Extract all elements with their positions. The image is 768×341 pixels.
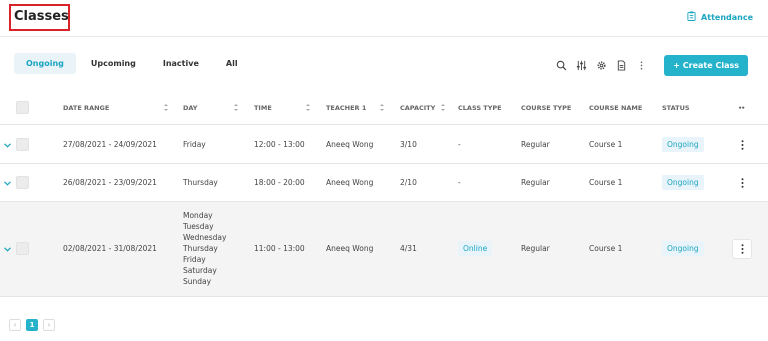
cell-day: Friday: [183, 140, 206, 149]
sort-icon[interactable]: [306, 104, 310, 111]
row-actions-button[interactable]: [732, 173, 752, 193]
column-header-day[interactable]: DAY: [183, 104, 198, 112]
status-badge: Ongoing: [662, 175, 704, 190]
cell-time: 12:00 - 13:00: [254, 140, 305, 149]
tab-inactive[interactable]: Inactive: [151, 53, 211, 74]
cell-course-name: Course 1: [589, 140, 623, 149]
day-item: Friday: [183, 255, 206, 264]
sort-icon[interactable]: [441, 104, 445, 111]
export-file-icon[interactable]: [616, 60, 627, 71]
more-vertical-icon: [741, 140, 743, 150]
cell-teacher: Aneeq Wong: [326, 140, 374, 149]
day-item: Saturday: [183, 266, 217, 275]
cell-class-type: -: [458, 140, 461, 149]
sort-icon[interactable]: [380, 104, 384, 111]
page-button-current[interactable]: 1: [26, 319, 38, 331]
more-vertical-icon: [741, 178, 743, 188]
cell-course-type: Regular: [521, 244, 550, 253]
column-header-date-range[interactable]: DATE RANGE: [63, 104, 109, 112]
sort-icon[interactable]: [164, 104, 168, 111]
pagination: ‹ 1 ›: [9, 319, 55, 331]
row-actions-button[interactable]: [732, 135, 752, 155]
day-item: Thursday: [183, 244, 218, 253]
select-all-checkbox[interactable]: [16, 101, 29, 114]
row-checkbox[interactable]: [16, 242, 29, 255]
table-header: DATE RANGE DAY TIME TEACHER 1 CAPACITY C…: [0, 92, 768, 125]
cell-capacity: 3/10: [400, 140, 417, 149]
page-header: Classes Attendance: [0, 0, 768, 37]
class-type-badge: Online: [458, 241, 493, 256]
cell-class-type: -: [458, 178, 461, 187]
cell-day: Monday Tuesday Wednesday Thursday Friday…: [183, 210, 226, 287]
expand-chevron-icon[interactable]: [4, 181, 11, 186]
day-item: Wednesday: [183, 233, 227, 242]
table-row[interactable]: 26/08/2021 - 23/09/2021 Thursday 18:00 -…: [0, 164, 768, 202]
attendance-link[interactable]: Attendance: [687, 11, 753, 23]
gear-icon[interactable]: [596, 60, 607, 71]
row-actions-button[interactable]: [732, 239, 752, 259]
tab-ongoing[interactable]: Ongoing: [14, 53, 76, 74]
tab-upcoming[interactable]: Upcoming: [79, 53, 148, 74]
column-header-teacher[interactable]: TEACHER 1: [326, 104, 366, 112]
table-toolbar: + Create Class: [556, 55, 748, 76]
day-item: Sunday: [183, 277, 212, 286]
cell-capacity: 2/10: [400, 178, 417, 187]
cell-teacher: Aneeq Wong: [326, 178, 374, 187]
clipboard-icon: [687, 11, 696, 23]
status-badge: Ongoing: [662, 241, 704, 256]
search-icon[interactable]: [556, 60, 567, 71]
filter-sliders-icon[interactable]: [576, 60, 587, 71]
cell-time: 11:00 - 13:00: [254, 244, 305, 253]
column-header-capacity[interactable]: CAPACITY: [400, 104, 435, 112]
cell-date-range: 27/08/2021 - 24/09/2021: [63, 140, 157, 149]
cell-course-type: Regular: [521, 178, 550, 187]
cell-day: Thursday: [183, 178, 218, 187]
expand-chevron-icon[interactable]: [4, 247, 11, 252]
tab-all[interactable]: All: [214, 53, 250, 74]
create-class-button[interactable]: + Create Class: [664, 55, 748, 76]
page-title: Classes: [14, 9, 69, 24]
row-checkbox[interactable]: [16, 138, 29, 151]
column-header-class-type[interactable]: CLASS TYPE: [458, 104, 502, 112]
cell-course-name: Course 1: [589, 178, 623, 187]
cell-capacity: 4/31: [400, 244, 417, 253]
more-vertical-icon: [741, 244, 743, 254]
day-item: Tuesday: [183, 222, 214, 231]
column-header-course-name[interactable]: COURSE NAME: [589, 104, 642, 112]
sort-icon[interactable]: [234, 104, 238, 111]
cell-course-type: Regular: [521, 140, 550, 149]
table-row[interactable]: 02/08/2021 - 31/08/2021 Monday Tuesday W…: [0, 202, 768, 297]
expand-chevron-icon[interactable]: [4, 143, 11, 148]
cell-teacher: Aneeq Wong: [326, 244, 374, 253]
column-header-status[interactable]: STATUS: [662, 104, 690, 112]
next-page-button[interactable]: ›: [43, 319, 55, 331]
column-header-course-type[interactable]: COURSE TYPE: [521, 104, 571, 112]
prev-page-button[interactable]: ‹: [9, 319, 21, 331]
cell-time: 18:00 - 20:00: [254, 178, 305, 187]
day-item: Monday: [183, 211, 213, 220]
column-settings-icon[interactable]: ••: [738, 104, 745, 112]
more-vertical-icon[interactable]: [636, 60, 647, 71]
cell-course-name: Course 1: [589, 244, 623, 253]
cell-date-range: 26/08/2021 - 23/09/2021: [63, 178, 157, 187]
status-badge: Ongoing: [662, 137, 704, 152]
table-row[interactable]: 27/08/2021 - 24/09/2021 Friday 12:00 - 1…: [0, 126, 768, 164]
column-header-time[interactable]: TIME: [254, 104, 272, 112]
attendance-label: Attendance: [701, 12, 753, 22]
cell-date-range: 02/08/2021 - 31/08/2021: [63, 244, 157, 253]
row-checkbox[interactable]: [16, 176, 29, 189]
status-tabs: Ongoing Upcoming Inactive All: [14, 53, 253, 74]
